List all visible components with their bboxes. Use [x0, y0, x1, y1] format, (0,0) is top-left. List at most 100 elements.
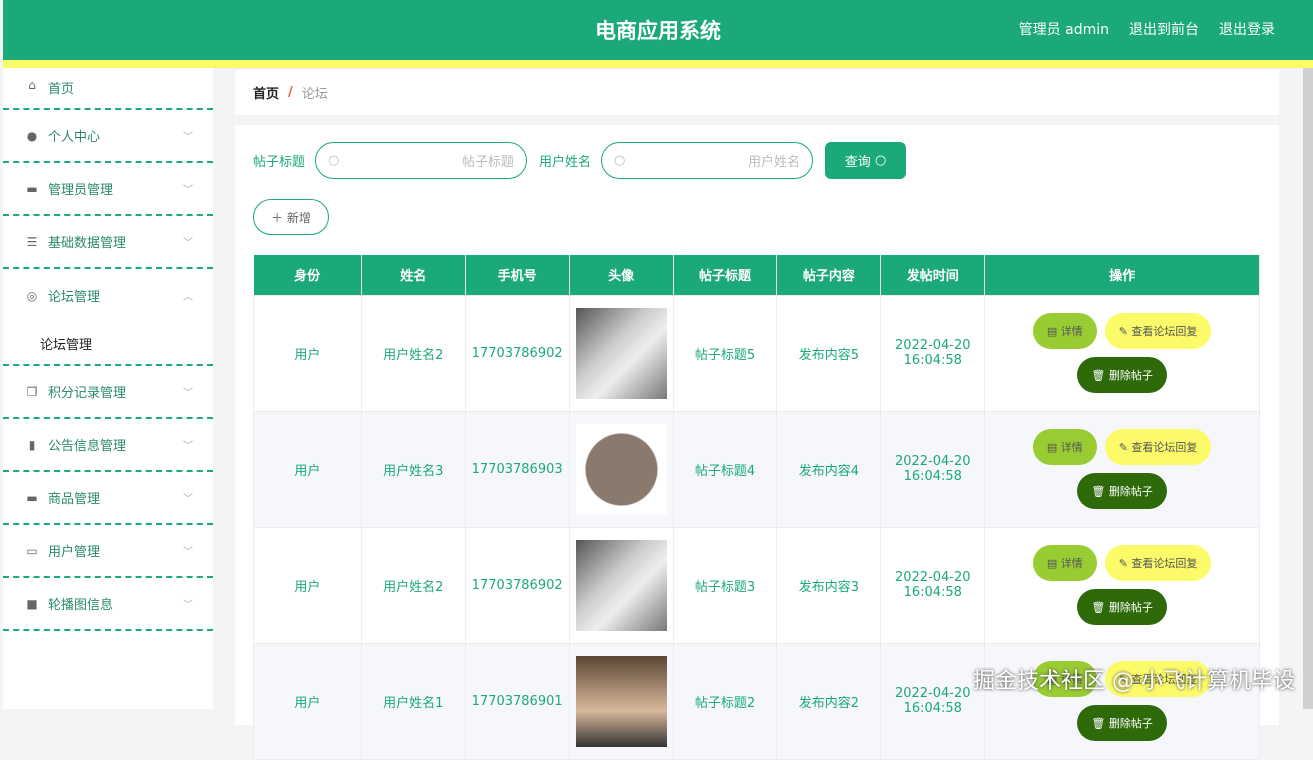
time-cell: 2022-04-20 16:04:58 — [881, 411, 985, 527]
avatar-image — [576, 540, 667, 631]
replies-label: 查看论坛回复 — [1131, 323, 1197, 339]
edit-icon: ✎ — [1119, 557, 1132, 570]
placeholder: 帖子标题 — [462, 151, 514, 170]
title-cell: 帖子标题2 — [673, 643, 777, 759]
phone-cell: 17703786902 — [465, 527, 569, 643]
trash-icon: 🗑 — [1091, 601, 1108, 614]
delete-label: 删除帖子 — [1109, 483, 1153, 499]
sidebar-item-label: 用户管理 — [48, 541, 100, 560]
query-button[interactable]: 查询 ○ — [825, 142, 906, 179]
edit-icon: ✎ — [1119, 441, 1132, 454]
detail-label: 详情 — [1061, 555, 1083, 571]
sidebar-item-profile[interactable]: ●个人中心﹀ — [3, 110, 213, 163]
trash-icon: 🗑 — [1091, 485, 1108, 498]
breadcrumb-separator: / — [288, 85, 293, 100]
phone-cell: 17703786901 — [465, 643, 569, 759]
avatar-cell — [569, 411, 673, 527]
plus-icon: ＋ — [271, 209, 287, 226]
sidebar-item-notice[interactable]: ▮公告信息管理﹀ — [3, 419, 213, 472]
search-icon: ○ — [875, 153, 886, 168]
search-bar: 帖子标题 ○帖子标题 用户姓名 ○用户姓名 查询 ○ — [253, 142, 906, 179]
sidebar-item-forum[interactable]: ◎论坛管理︿ — [3, 269, 213, 322]
document-icon: ▤ — [1047, 325, 1061, 338]
sidebar: ⌂首页 ●个人中心﹀ ▬管理员管理﹀ ☰基础数据管理﹀ ◎论坛管理︿ 论坛管理 … — [3, 68, 213, 709]
role-cell: 用户 — [254, 295, 362, 411]
delete-post-button[interactable]: 🗑 删除帖子 — [1077, 473, 1166, 509]
detail-label: 详情 — [1061, 323, 1083, 339]
column-header: 发帖时间 — [881, 255, 985, 295]
time-cell: 2022-04-20 16:04:58 — [881, 643, 985, 759]
detail-button[interactable]: ▤ 详情 — [1033, 429, 1097, 465]
sidebar-item-admin[interactable]: ▬管理员管理﹀ — [3, 163, 213, 216]
sidebar-item-basic-data[interactable]: ☰基础数据管理﹀ — [3, 216, 213, 269]
query-label: 查询 — [845, 151, 871, 170]
replies-label: 查看论坛回复 — [1131, 555, 1197, 571]
name-search-input[interactable]: ○用户姓名 — [601, 142, 813, 179]
compass-icon: ◎ — [25, 289, 39, 303]
column-header: 操作 — [985, 255, 1260, 295]
view-replies-button[interactable]: ✎ 查看论坛回复 — [1105, 313, 1212, 349]
chevron-down-icon: ﹀ — [183, 128, 193, 143]
delete-label: 删除帖子 — [1109, 715, 1153, 731]
name-cell: 用户姓名2 — [361, 295, 465, 411]
main-panel: 帖子标题 ○帖子标题 用户姓名 ○用户姓名 查询 ○ ＋ 新增 身份姓名手机号头… — [235, 125, 1279, 725]
table-row: 用户 用户姓名2 17703786902 帖子标题5 发布内容5 2022-04… — [254, 295, 1260, 411]
table-row: 用户 用户姓名1 17703786901 帖子标题2 发布内容2 2022-04… — [254, 643, 1260, 759]
sliders-icon: ☰ — [25, 235, 39, 249]
monitor-icon: ▬ — [25, 182, 39, 196]
document-icon: ▤ — [1047, 557, 1061, 570]
name-cell: 用户姓名1 — [361, 643, 465, 759]
search-icon: ○ — [614, 153, 625, 168]
search-icon: ○ — [328, 153, 339, 168]
role-cell: 用户 — [254, 411, 362, 527]
delete-post-button[interactable]: 🗑 删除帖子 — [1077, 357, 1166, 393]
name-cell: 用户姓名3 — [361, 411, 465, 527]
sidebar-item-home[interactable]: ⌂首页 — [3, 68, 213, 110]
detail-button[interactable]: ▤ 详情 — [1033, 545, 1097, 581]
content-cell: 发布内容5 — [777, 295, 881, 411]
sidebar-item-carousel[interactable]: ■轮播图信息﹀ — [3, 578, 213, 631]
sidebar-item-label: 基础数据管理 — [48, 232, 126, 251]
scrollbar[interactable] — [1303, 68, 1313, 709]
sidebar-item-points[interactable]: ❐积分记录管理﹀ — [3, 366, 213, 419]
title-cell: 帖子标题3 — [673, 527, 777, 643]
add-label: 新增 — [287, 209, 311, 226]
sidebar-item-goods[interactable]: ▬商品管理﹀ — [3, 472, 213, 525]
avatar-cell — [569, 295, 673, 411]
detail-button[interactable]: ▤ 详情 — [1033, 313, 1097, 349]
front-link[interactable]: 退出到前台 — [1129, 19, 1199, 39]
avatar-cell — [569, 643, 673, 759]
sidebar-item-label: 轮播图信息 — [48, 594, 113, 613]
column-header: 身份 — [254, 255, 362, 295]
add-button[interactable]: ＋ 新增 — [253, 199, 329, 235]
chevron-down-icon: ﹀ — [183, 543, 193, 558]
delete-label: 删除帖子 — [1109, 599, 1153, 615]
role-cell: 用户 — [254, 643, 362, 759]
avatar-image — [576, 656, 667, 747]
sidebar-item-label: 积分记录管理 — [48, 382, 126, 401]
actions-cell: ▤ 详情 ✎ 查看论坛回复 🗑 删除帖子 — [985, 643, 1260, 759]
delete-post-button[interactable]: 🗑 删除帖子 — [1077, 705, 1166, 741]
title-search-input[interactable]: ○ 帖子标题 — [315, 142, 527, 179]
chevron-down-icon: ﹀ — [183, 437, 193, 452]
sidebar-subitem-forum[interactable]: 论坛管理 — [3, 322, 213, 366]
document-icon: ▤ — [1047, 441, 1061, 454]
home-icon: ⌂ — [25, 78, 39, 92]
sidebar-item-label: 管理员管理 — [48, 179, 113, 198]
sidebar-item-users[interactable]: ▭ 用户管理 ﹀ — [3, 525, 213, 578]
watermark: 掘金技术社区 @ 小飞计算机毕设 — [973, 663, 1295, 695]
delete-post-button[interactable]: 🗑 删除帖子 — [1077, 589, 1166, 625]
view-replies-button[interactable]: ✎ 查看论坛回复 — [1105, 545, 1212, 581]
trash-icon: 🗑 — [1091, 369, 1108, 382]
content-cell: 发布内容2 — [777, 643, 881, 759]
column-header: 手机号 — [465, 255, 569, 295]
card-icon: ▭ — [25, 544, 39, 558]
view-replies-button[interactable]: ✎ 查看论坛回复 — [1105, 429, 1212, 465]
logout-link[interactable]: 退出登录 — [1219, 19, 1275, 39]
content-cell: 发布内容4 — [777, 411, 881, 527]
title-cell: 帖子标题5 — [673, 295, 777, 411]
breadcrumb: 首页 / 论坛 — [235, 70, 1279, 115]
chevron-down-icon: ﹀ — [183, 490, 193, 505]
actions-cell: ▤ 详情 ✎ 查看论坛回复 🗑 删除帖子 — [985, 295, 1260, 411]
breadcrumb-home[interactable]: 首页 — [253, 83, 279, 102]
